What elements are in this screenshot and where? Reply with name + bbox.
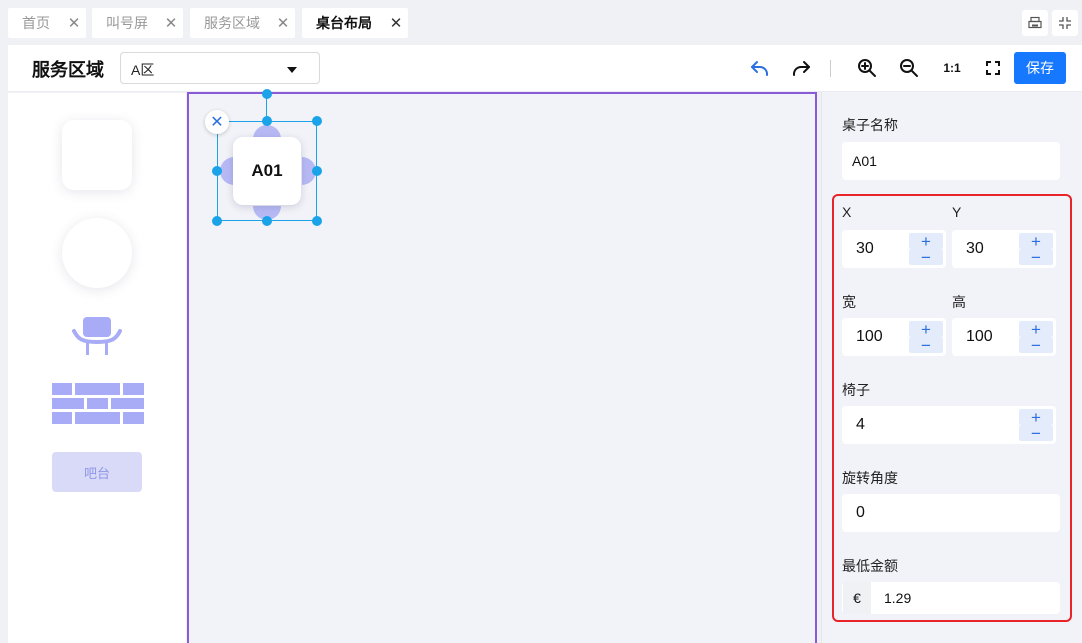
selection-box[interactable] xyxy=(217,121,317,221)
tab-label: 叫号屏 xyxy=(106,15,148,31)
chair-tool[interactable] xyxy=(72,315,122,362)
increment-button[interactable]: + xyxy=(909,233,943,250)
min-amount-value: 1.29 xyxy=(884,590,912,606)
resize-handle-n[interactable] xyxy=(262,116,272,126)
rotation-handle[interactable] xyxy=(262,89,272,99)
chairs-label: 椅子 xyxy=(842,382,870,398)
area-select[interactable]: A区 xyxy=(120,52,320,84)
tab-bar: 首页 ✕ 叫号屏 ✕ 服务区域 ✕ 桌台布局 ✕ xyxy=(0,0,1082,45)
wall-tool[interactable] xyxy=(52,383,144,430)
decrement-button[interactable]: − xyxy=(1019,337,1053,354)
rotation-label: 旋转角度 xyxy=(842,470,898,486)
x-value: 30 xyxy=(856,240,874,257)
square-table-tool[interactable] xyxy=(62,120,132,190)
decrement-button[interactable]: − xyxy=(909,337,943,354)
resize-handle-ne[interactable] xyxy=(312,116,322,126)
actual-size-button[interactable]: 1:1 xyxy=(939,55,965,81)
decrement-button[interactable]: − xyxy=(909,249,943,266)
chairs-stepper: + − xyxy=(1019,407,1053,443)
height-label: 高 xyxy=(952,294,966,310)
y-stepper: + − xyxy=(1019,231,1053,267)
height-value: 100 xyxy=(966,328,993,345)
table-name-label: 桌子名称 xyxy=(842,117,898,133)
rotation-value: 0 xyxy=(856,504,865,521)
page-title: 服务区域 xyxy=(32,60,104,80)
redo-icon[interactable] xyxy=(788,55,814,81)
resize-handle-s[interactable] xyxy=(262,216,272,226)
width-stepper: + − xyxy=(909,319,943,355)
area-select-value: A区 xyxy=(131,62,155,78)
toolbar-divider xyxy=(830,60,831,77)
brick-wall-icon xyxy=(52,383,144,424)
rotation-input[interactable]: 0 xyxy=(842,494,1060,532)
fullscreen-icon[interactable] xyxy=(980,55,1006,81)
tab-label: 桌台布局 xyxy=(316,15,372,31)
zoom-out-icon[interactable] xyxy=(896,55,922,81)
width-value: 100 xyxy=(856,328,883,345)
zoom-in-icon[interactable] xyxy=(854,55,880,81)
increment-button[interactable]: + xyxy=(1019,321,1053,338)
resize-handle-e[interactable] xyxy=(312,166,322,176)
increment-button[interactable]: + xyxy=(1019,233,1053,250)
decrement-button[interactable]: − xyxy=(1019,425,1053,442)
tab-call-screen[interactable]: 叫号屏 ✕ xyxy=(92,8,183,38)
x-stepper: + − xyxy=(909,231,943,267)
resize-handle-w[interactable] xyxy=(212,166,222,176)
y-value: 30 xyxy=(966,240,984,257)
resize-handle-se[interactable] xyxy=(312,216,322,226)
tab-home[interactable]: 首页 ✕ xyxy=(8,8,86,38)
ratio-label: 1:1 xyxy=(943,61,961,75)
height-stepper: + − xyxy=(1019,319,1053,355)
close-icon[interactable]: ✕ xyxy=(271,14,295,32)
element-palette: 吧台 xyxy=(8,93,186,643)
exit-fullscreen-icon[interactable] xyxy=(1052,10,1078,36)
tab-label: 服务区域 xyxy=(204,15,260,31)
save-button[interactable]: 保存 xyxy=(1014,52,1066,84)
chairs-value: 4 xyxy=(856,416,865,433)
bar-counter-tool[interactable]: 吧台 xyxy=(52,452,142,492)
print-icon[interactable] xyxy=(1022,10,1048,36)
width-label: 宽 xyxy=(842,294,856,310)
tab-service-area[interactable]: 服务区域 ✕ xyxy=(190,8,295,38)
min-amount-input[interactable]: 1.29 xyxy=(842,582,1060,614)
tab-table-layout[interactable]: 桌台布局 ✕ xyxy=(302,8,408,38)
tab-label: 首页 xyxy=(22,15,50,31)
round-table-tool[interactable] xyxy=(62,218,132,288)
decrement-button[interactable]: − xyxy=(1019,249,1053,266)
x-label: X xyxy=(842,204,852,220)
increment-button[interactable]: + xyxy=(1019,409,1053,426)
delete-icon[interactable]: ✕ xyxy=(205,110,229,134)
increment-button[interactable]: + xyxy=(909,321,943,338)
close-icon[interactable]: ✕ xyxy=(159,14,183,32)
table-name-value: A01 xyxy=(852,153,877,169)
undo-icon[interactable] xyxy=(747,55,773,81)
resize-handle-sw[interactable] xyxy=(212,216,222,226)
min-amount-label: 最低金额 xyxy=(842,558,898,574)
toolbar: 服务区域 A区 1:1 保存 xyxy=(8,45,1082,92)
table-name-input[interactable]: A01 xyxy=(842,142,1060,180)
currency-prefix: € xyxy=(843,582,871,614)
close-icon[interactable]: ✕ xyxy=(384,14,408,32)
caret-down-icon xyxy=(287,67,297,73)
y-label: Y xyxy=(952,204,962,220)
close-icon[interactable]: ✕ xyxy=(62,14,86,32)
chair-icon xyxy=(72,317,122,355)
